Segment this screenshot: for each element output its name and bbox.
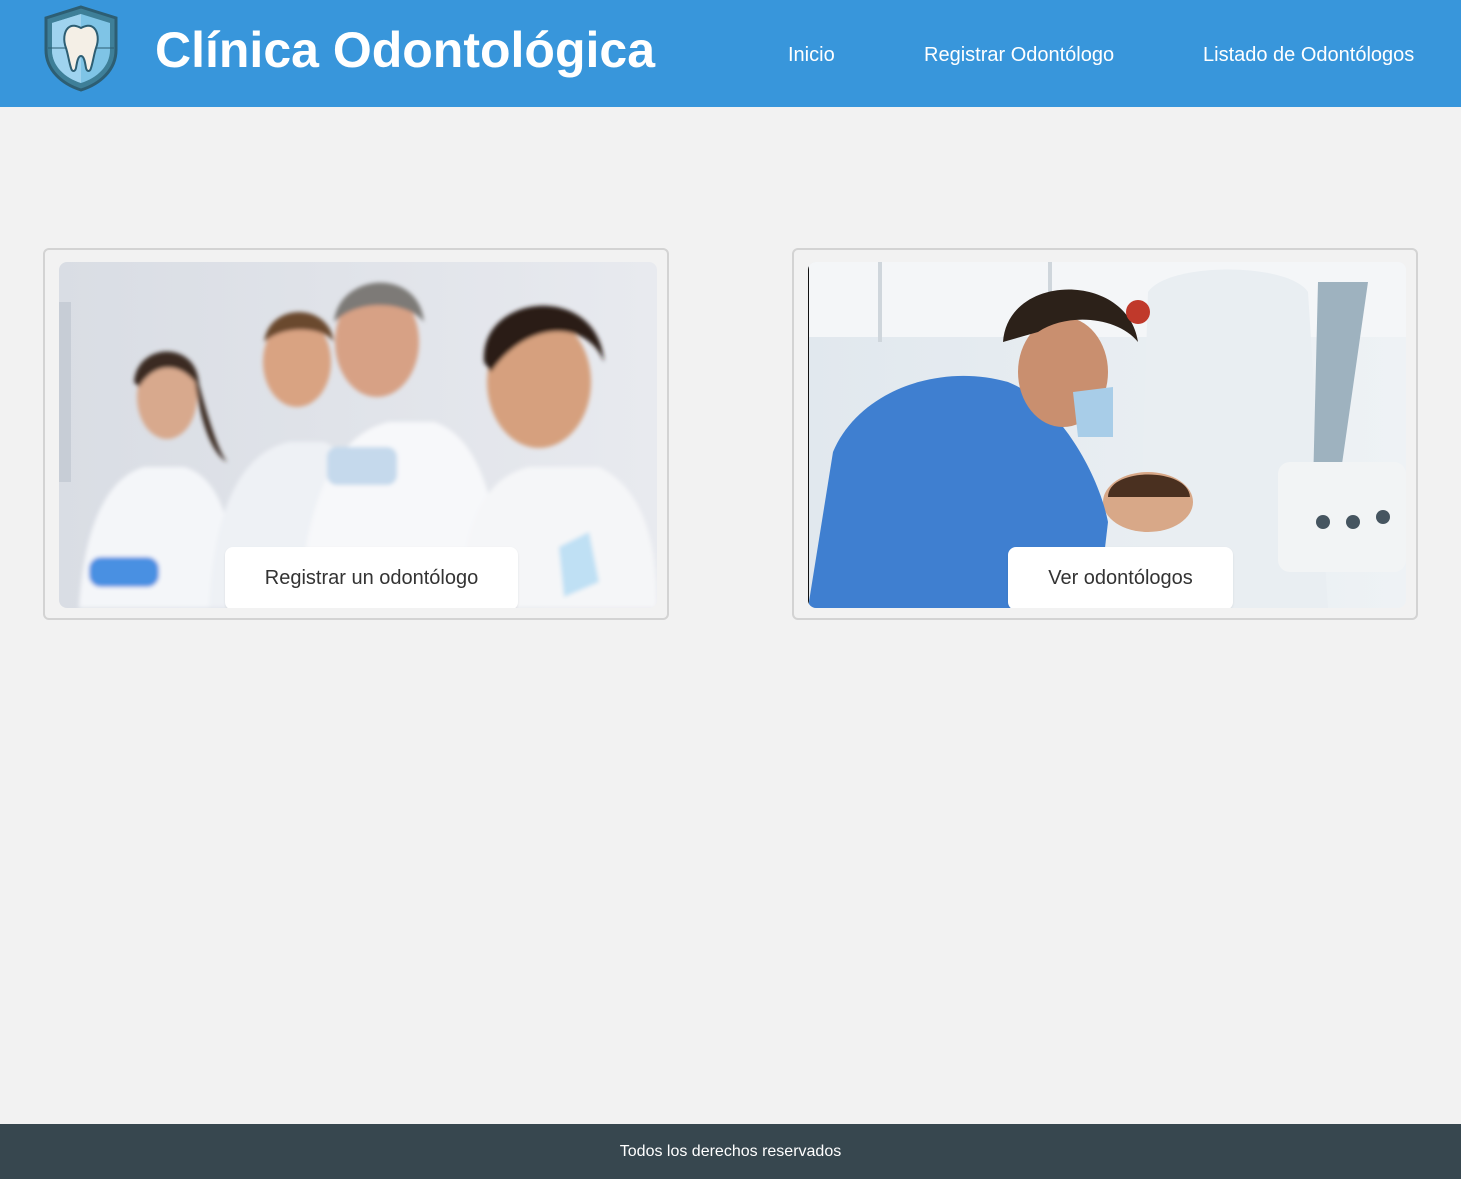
- footer-text: Todos los derechos reservados: [619, 1142, 842, 1160]
- register-dentist-button[interactable]: Registrar un odontólogo: [225, 547, 518, 608]
- nav-link-listado-odontologos[interactable]: Listado de Odontólogos: [1203, 42, 1414, 68]
- site-footer: Todos los derechos reservados: [0, 1124, 1461, 1179]
- nav-link-inicio[interactable]: Inicio: [788, 42, 835, 68]
- view-dentists-card: Ver odontólogos: [792, 248, 1418, 620]
- tooth-shield-icon[interactable]: [40, 4, 122, 92]
- site-title: Clínica Odontológica: [155, 22, 656, 78]
- view-dentists-button[interactable]: Ver odontólogos: [1008, 547, 1233, 608]
- image-edge-line: [808, 262, 809, 608]
- register-dentist-card: Registrar un odontólogo: [43, 248, 669, 620]
- site-header: Clínica Odontológica Inicio Registrar Od…: [0, 0, 1461, 107]
- dentists-team-photo: Registrar un odontólogo: [59, 262, 657, 608]
- dentist-treating-patient-photo: Ver odontólogos: [808, 262, 1406, 608]
- nav-link-registrar-odontologo[interactable]: Registrar Odontólogo: [924, 42, 1114, 68]
